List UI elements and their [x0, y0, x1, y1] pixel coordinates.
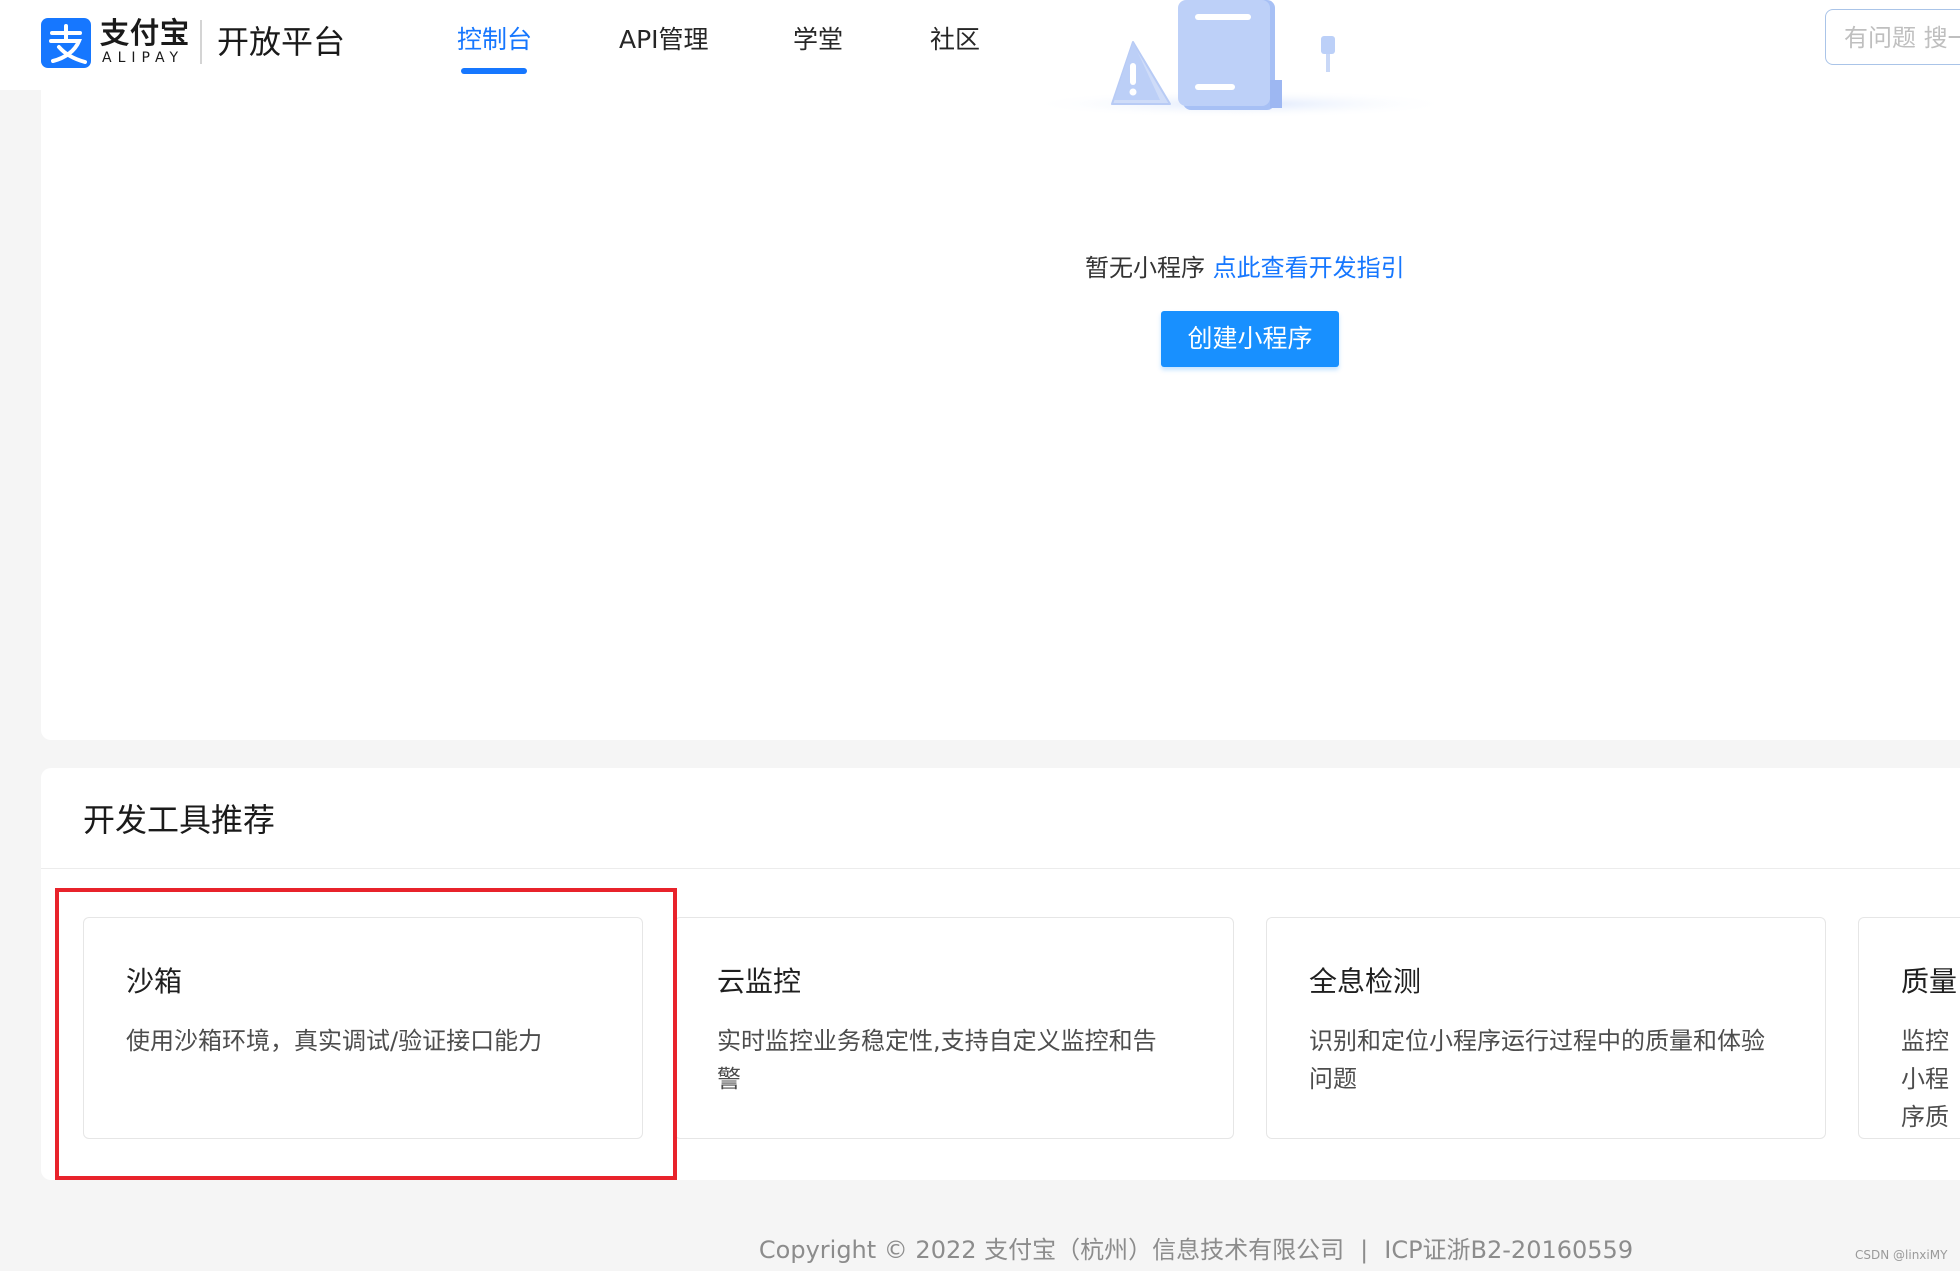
empty-state-illustration	[1025, 0, 1455, 118]
platform-title[interactable]: 开放平台	[217, 20, 345, 64]
search-input[interactable]	[1844, 22, 1960, 54]
logo-text-cn[interactable]: 支付宝	[100, 16, 190, 50]
tool-name: 质量	[1901, 965, 1958, 998]
section-divider	[41, 868, 1960, 869]
logo-divider	[200, 20, 202, 64]
logo-text-en[interactable]: ALIPAY	[102, 50, 184, 66]
tool-name: 全息检测	[1309, 965, 1422, 998]
create-mini-program-button[interactable]: 创建小程序	[1161, 311, 1339, 367]
tool-card-cloud-monitor[interactable]: 云监控 实时监控业务稳定性,支持自定义监控和告警	[674, 917, 1234, 1139]
nav-community[interactable]: 社区	[930, 22, 980, 58]
footer-copyright: Copyright © 2022 支付宝（杭州）信息技术有限公司	[758, 1236, 1345, 1264]
nav-console[interactable]: 控制台	[457, 22, 532, 58]
page: 支付宝 ALIPAY 开放平台 控制台 API管理 学堂 社区 有问题 搜一搜 …	[0, 0, 1960, 1271]
tool-card-quality[interactable]: 质量 监控小程序质量和解决	[1858, 917, 1960, 1139]
nav-academy[interactable]: 学堂	[793, 22, 843, 58]
tool-card-sandbox[interactable]: 沙箱 使用沙箱环境，真实调试/验证接口能力	[83, 917, 643, 1139]
dev-tools-section: 开发工具推荐 沙箱 使用沙箱环境，真实调试/验证接口能力 云监控 实时监控业务稳…	[41, 768, 1960, 1180]
tool-description: 使用沙箱环境，真实调试/验证接口能力	[126, 1027, 543, 1055]
top-header: 支付宝 ALIPAY 开放平台 控制台 API管理 学堂 社区	[0, 0, 1960, 90]
tool-description: 识别和定位小程序运行过程中的质量和体验问题	[1309, 1027, 1765, 1093]
tool-description: 监控小程序质量和解决	[1901, 1027, 1949, 1131]
alipay-logo-icon[interactable]	[41, 18, 91, 68]
empty-state-message: 暂无小程序 点此查看开发指引	[1085, 250, 1405, 286]
search-box[interactable]	[1825, 9, 1960, 65]
tool-card-holographic-check[interactable]: 全息检测 识别和定位小程序运行过程中的质量和体验问题	[1266, 917, 1826, 1139]
mini-program-panel	[41, 90, 1960, 740]
dev-guide-link[interactable]: 点此查看开发指引	[1213, 254, 1405, 282]
watermark: CSDN @linxiMY	[1855, 1248, 1948, 1262]
nav-active-indicator	[461, 68, 527, 74]
tool-description: 实时监控业务稳定性,支持自定义监控和告警	[717, 1027, 1157, 1093]
footer-icp-link[interactable]: ICP证浙B2-20160559	[1384, 1236, 1633, 1264]
section-title: 开发工具推荐	[83, 801, 276, 839]
tool-name: 云监控	[717, 965, 802, 998]
empty-state-text: 暂无小程序	[1085, 254, 1205, 282]
footer: Copyright © 2022 支付宝（杭州）信息技术有限公司 | ICP证浙B2…	[0, 1232, 1960, 1268]
nav-api-management[interactable]: API管理	[619, 22, 709, 58]
tool-name: 沙箱	[126, 965, 183, 998]
footer-separator: |	[1360, 1236, 1369, 1264]
